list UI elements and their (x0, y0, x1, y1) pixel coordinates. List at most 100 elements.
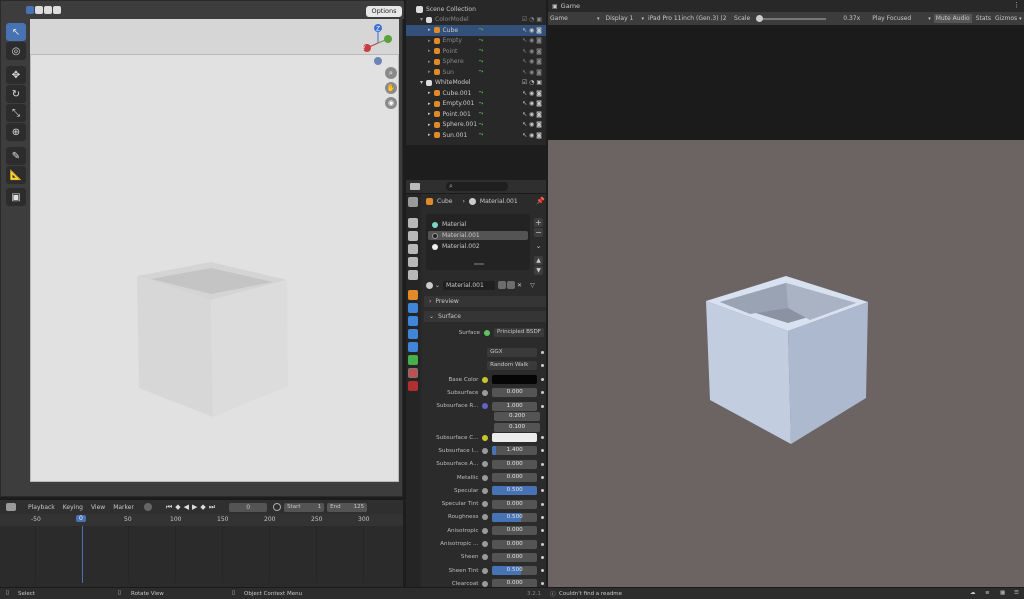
clock-editor-type-icon[interactable] (6, 503, 16, 511)
add-cube-tool[interactable]: ▣ (6, 188, 26, 206)
socket-icon[interactable] (482, 474, 489, 481)
keyframe-dot[interactable] (541, 436, 544, 440)
restriction-icons[interactable]: ↖ ◉ ◙ (522, 121, 542, 128)
socket-icon[interactable] (482, 580, 489, 587)
close-icon[interactable]: ✕ (517, 282, 522, 289)
socket-icon[interactable] (482, 487, 489, 494)
value-field[interactable]: 1.000 (492, 401, 538, 411)
value-field[interactable]: 0.500 (492, 486, 538, 496)
keyframe-dot[interactable] (541, 476, 544, 479)
surface-shader-field[interactable]: Principled BSDF (494, 328, 544, 337)
value-field[interactable]: 0.100 (494, 422, 540, 432)
restriction-icons[interactable]: ↖ ◉ ◙ (522, 48, 542, 55)
keyframe-dot[interactable] (541, 582, 544, 586)
keyframe-dot[interactable] (541, 515, 544, 519)
keyframe-dot[interactable] (541, 364, 544, 367)
outliner-object-row[interactable]: ▸ Cube.001 ⤳ ↖ ◉ ◙ (406, 88, 546, 99)
playback-controls[interactable]: ⏮ ◆ ◀ ▶ ◆ ⏭ (166, 503, 215, 512)
particles-tab-icon[interactable] (408, 316, 418, 326)
restriction-icons[interactable]: ↖ ◉ ◙ (522, 111, 542, 118)
playhead-line[interactable] (82, 526, 83, 583)
mesh-data-tab-icon[interactable] (408, 355, 418, 365)
more-options-icon[interactable]: ⋮ (1013, 1, 1020, 9)
navigation-gizmo[interactable]: Z Y (359, 21, 399, 65)
value-field[interactable]: 0.000 (492, 526, 538, 536)
collection-row[interactable]: ▾ WhiteModel ☑ ◔ ▣ (406, 78, 546, 89)
timeline-ruler[interactable]: -50 0 50 100 150 200 250 300 (0, 514, 403, 526)
surface-panel-header[interactable]: ⌄ Surface (424, 311, 546, 322)
menu-keying[interactable]: Keying (63, 504, 83, 511)
keyframe-dot[interactable] (541, 529, 544, 533)
start-frame-field[interactable]: Start 1 (284, 502, 325, 512)
scene-tab-icon[interactable] (408, 257, 418, 267)
selection-mode-buttons[interactable] (26, 6, 61, 14)
timeline-editor[interactable]: Playback Keying View Marker ⏮ ◆ ◀ ▶ ◆ ⏭ … (0, 499, 403, 587)
play-focused-select[interactable]: Play Focused (872, 15, 928, 22)
filter-funnel-icon[interactable]: ▽ (530, 282, 535, 289)
keyframe-dot[interactable] (541, 449, 544, 453)
jump-end-icon[interactable]: ⏭ (209, 503, 215, 512)
outliner-object-row[interactable]: ▸ Sphere.001 ⤳ ↖ ◉ ◙ (406, 120, 546, 131)
chevron-right-icon[interactable]: ▸ (428, 132, 431, 138)
socket-icon[interactable] (482, 501, 489, 508)
socket-icon[interactable] (482, 541, 489, 547)
chevron-right-icon[interactable]: ▸ (428, 38, 431, 44)
add-slot-button[interactable]: + (534, 218, 543, 227)
restriction-icons[interactable]: ↖ ◉ ◙ (522, 58, 542, 65)
restriction-icons[interactable]: ↖ ◉ ◙ (522, 27, 542, 34)
render-tab-icon[interactable] (408, 218, 418, 228)
value-field[interactable]: 0.500 (492, 566, 538, 576)
socket-icon[interactable] (482, 403, 489, 410)
fake-user-shield-icon[interactable] (498, 281, 507, 289)
scale-tool[interactable]: ⤡ (6, 104, 26, 122)
next-keyframe-icon[interactable]: ◆ (200, 503, 205, 511)
outliner-object-row[interactable]: ▸ Sphere ⤳ ↖ ◉ ◙ (406, 57, 546, 68)
value-field[interactable]: 0.000 (492, 473, 538, 482)
prev-keyframe-icon[interactable]: ◆ (175, 503, 180, 511)
physics-tab-icon[interactable] (408, 329, 418, 339)
value-field[interactable]: 0.000 (492, 499, 538, 509)
chevron-right-icon[interactable]: ▸ (428, 48, 431, 54)
collection-row[interactable]: ▾ ColorModel ☑ ◔ ▣ (406, 15, 546, 26)
3d-viewport[interactable]: Options ↖ ◎ ✥ ↻ ⤡ ⊕ ✎ 📐 ▣ Z Y ⌕ ✋ ◉ (0, 0, 404, 497)
play-reverse-icon[interactable]: ◀ (184, 503, 189, 511)
output-tab-icon[interactable] (408, 231, 418, 241)
jump-start-icon[interactable]: ⏮ (166, 503, 172, 512)
chevron-right-icon[interactable]: ▸ (428, 69, 431, 75)
editor-type-icon[interactable] (410, 183, 420, 190)
restriction-icons[interactable]: ↖ ◉ ◙ (522, 132, 542, 139)
world-tab-icon[interactable] (408, 270, 418, 280)
outliner-object-row[interactable]: ▸ Point ⤳ ↖ ◉ ◙ (406, 46, 546, 57)
gizmos-dropdown[interactable]: Gizmos (995, 15, 1017, 22)
value-field[interactable]: 0.000 (492, 459, 538, 469)
mute-audio-toggle[interactable]: Mute Audio (933, 14, 972, 23)
playhead-frame-badge[interactable]: 0 (76, 515, 86, 522)
subtract-mode-icon[interactable] (44, 6, 52, 14)
material-name-field[interactable]: Material.001 (443, 280, 496, 290)
outliner-object-row[interactable]: ▸ Sun ⤳ ↖ ◉ ◙ (406, 67, 546, 78)
keyframe-dot[interactable] (541, 502, 544, 506)
outliner-object-row[interactable]: ▸ Empty.001 ⤳ ↖ ◉ ◙ (406, 99, 546, 110)
extend-mode-icon[interactable] (35, 6, 43, 14)
tool-tab-icon[interactable] (408, 197, 418, 207)
outliner-object-row[interactable]: ▸ Sun.001 ⤳ ↖ ◉ ◙ (406, 130, 546, 141)
keyframe-dot[interactable] (541, 404, 544, 408)
value-field[interactable]: 1.400 (492, 446, 538, 456)
end-frame-field[interactable]: End 125 (327, 502, 368, 512)
keyframe-dot[interactable] (541, 569, 544, 573)
pan-hand-icon[interactable]: ✋ (385, 82, 397, 94)
display-select[interactable]: Display 1 (606, 15, 642, 22)
select-box-tool[interactable]: ↖ (6, 23, 26, 41)
keyframe-dot[interactable] (541, 489, 544, 493)
socket-icon[interactable] (482, 434, 489, 441)
game-mode-select[interactable]: Game (550, 15, 597, 22)
chevron-right-icon[interactable]: ▸ (428, 27, 431, 33)
constraints-tab-icon[interactable] (408, 342, 418, 352)
stats-toggle[interactable]: Stats (976, 15, 991, 22)
object-tab-icon[interactable] (408, 290, 418, 300)
move-slot-up-button[interactable]: ▲ (534, 256, 543, 265)
socket-icon[interactable] (482, 376, 489, 383)
zoom-icon[interactable]: ⌕ (385, 67, 397, 79)
chevron-down-icon[interactable]: ▾ (420, 79, 423, 86)
material-datablock[interactable]: ⌄ Material.001 ✕ ▽ (426, 280, 548, 290)
